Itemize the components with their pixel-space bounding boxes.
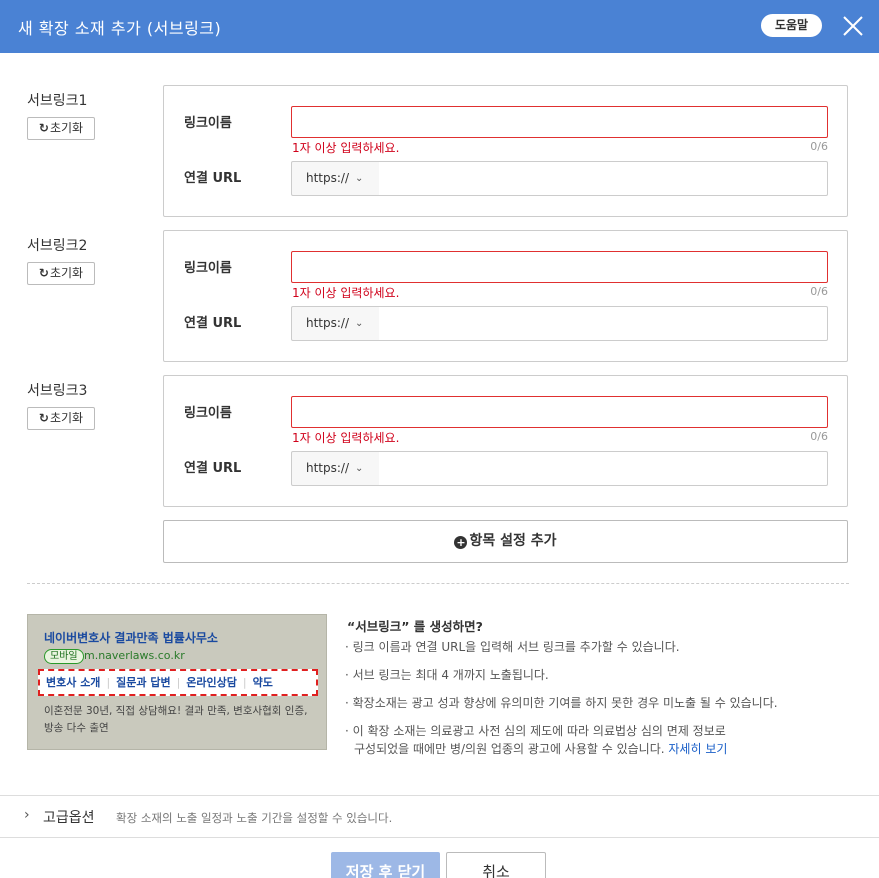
protocol-value: https:// [306,461,350,475]
help-button[interactable]: 도움말 [761,14,822,37]
sublink-2-label: 서브링크2 [27,238,88,254]
link-name-error: 1자 이상 입력하세요. [292,141,400,155]
url-label: 연결 URL [184,171,242,186]
link-name-error: 1자 이상 입력하세요. [292,286,400,300]
protocol-value: https:// [306,171,350,185]
sublink-3-reset-button[interactable]: ↻초기화 [27,407,95,430]
url-label: 연결 URL [184,461,242,476]
info-title: “서브링크” 를 생성하면? [347,619,483,634]
reset-label: 초기화 [49,266,84,280]
preview-sublink: 약도 [252,676,273,689]
chevron-right-icon[interactable]: › [24,807,30,823]
reset-label: 초기화 [49,121,84,135]
sublink-3-card: 링크이름 1자 이상 입력하세요. 0/6 연결 URL https:// ⌄ [163,375,848,507]
advanced-options-row: › 고급옵션 확장 소재의 노출 일정과 노출 기간을 설정할 수 있습니다. [0,795,879,838]
protocol-select[interactable]: https:// ⌄ [291,451,380,486]
char-counter: 0/6 [810,430,828,443]
preview-sublink: 변호사 소개 [46,676,101,689]
sublink-1-reset-button[interactable]: ↻초기화 [27,117,95,140]
ad-preview: 네이버변호사 결과만족 법률사무소 모바일 m.naverlaws.co.kr … [27,614,327,750]
info-item: · 확장소재는 광고 성과 향상에 유의미한 기여를 하지 못한 경우 미노출 … [345,696,778,710]
dialog-title: 새 확장 소재 추가 (서브링크) [18,19,222,38]
preview-url: m.naverlaws.co.kr [84,649,185,662]
reset-label: 초기화 [49,411,84,425]
refresh-icon: ↻ [38,411,49,425]
info-item: 구성되었을 때에만 병/의원 업종의 광고에 사용할 수 있습니다. 자세히 보… [345,740,727,759]
chevron-down-icon: ⌄ [355,463,364,474]
link-name-input[interactable] [291,396,828,428]
link-name-error: 1자 이상 입력하세요. [292,431,400,445]
preview-desc-line: 방송 다수 출연 [44,722,109,734]
dialog-header: 새 확장 소재 추가 (서브링크) 도움말 [0,0,879,53]
url-input[interactable] [379,161,828,196]
protocol-select[interactable]: https:// ⌄ [291,161,380,196]
info-item: · 이 확장 소재는 의료광고 사전 심의 제도에 따라 의료법상 심의 면제 … [345,724,726,738]
link-name-input[interactable] [291,106,828,138]
url-label: 연결 URL [184,316,242,331]
link-name-label: 링크이름 [184,116,232,131]
link-name-label: 링크이름 [184,261,232,276]
sublink-1-label: 서브링크1 [27,93,88,109]
preview-title: 네이버변호사 결과만족 법률사무소 [44,631,218,645]
close-icon[interactable] [840,13,866,39]
info-item: · 링크 이름과 연결 URL을 입력해 서브 링크를 추가할 수 있습니다. [345,640,680,654]
url-input[interactable] [379,451,828,486]
preview-sublinks: 변호사 소개 | 질문과 답변 | 온라인상담 | 약도 [38,669,318,696]
cancel-button[interactable]: 취소 [446,852,546,878]
preview-mobile-badge: 모바일 [44,649,84,664]
sublink-2-card: 링크이름 1자 이상 입력하세요. 0/6 연결 URL https:// ⌄ [163,230,848,362]
url-input[interactable] [379,306,828,341]
info-item-text: 구성되었을 때에만 병/의원 업종의 광고에 사용할 수 있습니다. [354,742,665,756]
info-item: · 서브 링크는 최대 4 개까지 노출됩니다. [345,668,549,682]
sublink-1-card: 링크이름 1자 이상 입력하세요. 0/6 연결 URL https:// ⌄ [163,85,848,217]
sublink-3-label: 서브링크3 [27,383,88,399]
save-close-button[interactable]: 저장 후 닫기 [331,852,440,878]
link-name-input[interactable] [291,251,828,283]
more-link[interactable]: 자세히 보기 [668,742,727,756]
sublink-2-reset-button[interactable]: ↻초기화 [27,262,95,285]
preview-description: 이혼전문 30년, 직접 상담해요! 결과 만족, 변호사협회 인증, 방송 다… [44,703,319,737]
preview-desc-line: 이혼전문 30년, 직접 상담해요! 결과 만족, 변호사협회 인증, [44,705,308,717]
protocol-value: https:// [306,316,350,330]
protocol-select[interactable]: https:// ⌄ [291,306,380,341]
advanced-options-desc: 확장 소재의 노출 일정과 노출 기간을 설정할 수 있습니다. [116,811,393,825]
plus-circle-icon: + [454,536,468,549]
preview-sublink: 질문과 답변 [116,676,171,689]
add-item-label: 항목 설정 추가 [469,533,557,549]
refresh-icon: ↻ [38,266,49,280]
chevron-down-icon: ⌄ [355,318,364,329]
preview-sublink: 온라인상담 [186,676,237,689]
refresh-icon: ↻ [38,121,49,135]
link-name-label: 링크이름 [184,406,232,421]
char-counter: 0/6 [810,285,828,298]
add-item-button[interactable]: + 항목 설정 추가 [163,520,848,563]
section-divider [27,583,849,584]
char-counter: 0/6 [810,140,828,153]
advanced-options-toggle[interactable]: 고급옵션 [43,807,95,827]
chevron-down-icon: ⌄ [355,173,364,184]
